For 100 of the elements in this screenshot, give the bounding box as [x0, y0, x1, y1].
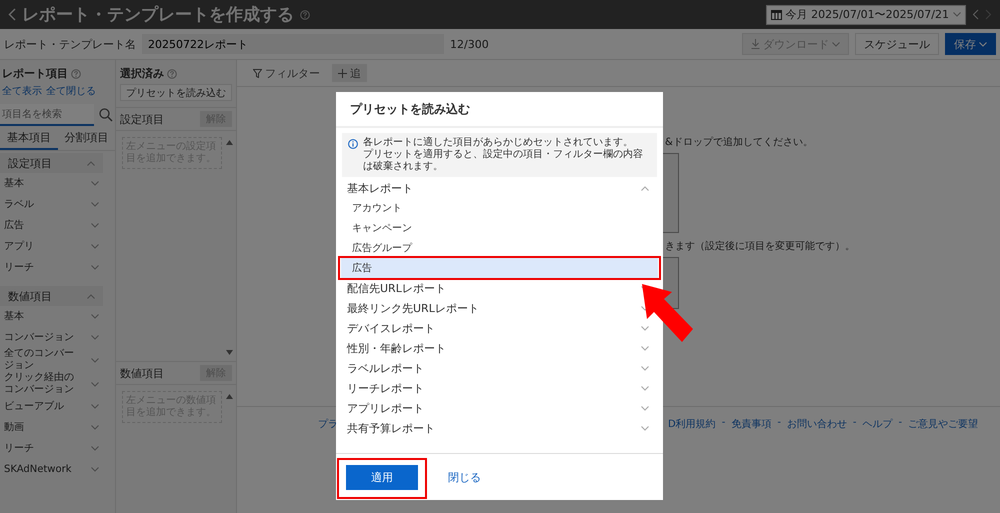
category-label: リーチ: [4, 262, 34, 274]
preset-group[interactable]: 最終リンク先URLレポート: [336, 298, 663, 318]
category-item[interactable]: 全てのコンバージョン: [0, 348, 115, 372]
category-label: SKAdNetwork: [4, 464, 72, 476]
chevron-down-icon: [91, 382, 99, 386]
close-link[interactable]: 閉じる: [448, 470, 481, 484]
category-label: ラベル: [4, 198, 34, 210]
preset-group[interactable]: デバイスレポート: [336, 318, 663, 338]
previous-icon[interactable]: [972, 9, 979, 20]
category-item[interactable]: 基本: [0, 173, 115, 194]
footer-link[interactable]: 免責事項: [731, 417, 772, 431]
plus-icon: [338, 68, 347, 78]
category-label: リーチ: [4, 442, 34, 454]
download-icon: [751, 39, 760, 49]
chevron-down-icon: [91, 358, 99, 362]
back-icon[interactable]: [8, 8, 16, 21]
separator-text: -: [777, 417, 781, 430]
category-item[interactable]: ビューアブル: [0, 396, 115, 417]
footer-link[interactable]: ヘルプ: [862, 417, 893, 431]
preset-option[interactable]: アカウント: [341, 198, 658, 218]
help-icon[interactable]: [167, 68, 177, 78]
chevron-down-icon: [91, 202, 99, 207]
apply-button[interactable]: 適用: [346, 464, 418, 490]
category-tab[interactable]: 分割項目: [58, 126, 115, 150]
category-item[interactable]: 広告: [0, 215, 115, 236]
chevron-down-icon: [979, 42, 987, 46]
page-title: レポート・テンプレートを作成する: [22, 4, 294, 26]
scroll-up-icon[interactable]: [226, 394, 233, 399]
template-name-field[interactable]: 20250722レポート: [142, 34, 444, 54]
category-item[interactable]: リーチ: [0, 257, 115, 278]
schedule-button[interactable]: スケジュール: [855, 33, 939, 55]
category-label: 広告: [4, 220, 24, 232]
collapse-all-link[interactable]: 全て閉じる: [46, 84, 96, 98]
category-item[interactable]: クリック経由のコンバージョン: [0, 372, 115, 396]
instruction-text: きます（設定後に項目を変更可能です）。: [665, 240, 855, 253]
category-label: 全てのコンバージョン: [4, 348, 75, 372]
chevron-down-icon: [91, 446, 99, 451]
chevron-down-icon: [641, 426, 649, 430]
info-text: 各レポートに適した項目があらかじめセットされています。: [363, 137, 634, 148]
preset-group-label: 共有予算レポート: [347, 420, 435, 436]
footer-link[interactable]: D利用規約: [668, 417, 716, 431]
load-preset-button[interactable]: プリセットを読み込む: [120, 84, 232, 101]
preset-group[interactable]: リーチレポート: [336, 378, 663, 398]
calendar-icon: [770, 10, 782, 20]
chevron-down-icon: [91, 181, 99, 186]
report-items-heading: レポート項目: [2, 66, 68, 81]
search-field[interactable]: 項目名を検索: [0, 104, 94, 126]
preset-group[interactable]: 配信先URLレポート: [336, 278, 663, 298]
category-label: 基本: [4, 178, 24, 190]
category-item[interactable]: 基本: [0, 306, 115, 327]
category-item[interactable]: アプリ: [0, 236, 115, 257]
category-label: コンバージョン: [4, 332, 74, 344]
chevron-down-icon: [641, 326, 649, 330]
preset-option[interactable]: キャンペーン: [341, 218, 658, 238]
help-icon[interactable]: [71, 68, 81, 78]
chevron-down-icon: [91, 265, 99, 270]
preset-group[interactable]: 基本レポート: [336, 178, 663, 198]
filter-button[interactable]: フィルター: [247, 64, 326, 82]
footer-link[interactable]: お問い合わせ: [786, 417, 847, 431]
selected-heading: 選択済み: [120, 66, 164, 81]
scroll-up-icon[interactable]: [226, 140, 233, 145]
category-item[interactable]: リーチ: [0, 438, 115, 459]
footer-link[interactable]: プラ: [318, 417, 338, 431]
info-text: プリセットを適用すると、設定中の項目・フィルター欄の内容は破棄されます。: [363, 149, 644, 173]
preset-group[interactable]: 性別・年齢レポート: [336, 338, 663, 358]
category-item[interactable]: ラベル: [0, 194, 115, 215]
footer-link[interactable]: ご意見やご要望: [908, 417, 978, 431]
separator-text: -: [898, 417, 902, 430]
preset-option[interactable]: 広告グループ: [341, 238, 658, 258]
date-range-dropdown[interactable]: 今月 2025/07/01〜2025/07/21: [766, 4, 966, 24]
category-item[interactable]: 動画: [0, 417, 115, 438]
group-title: 設定項目: [120, 112, 164, 126]
chevron-down-icon: [91, 244, 99, 249]
help-icon[interactable]: [300, 10, 310, 20]
category-item[interactable]: SKAdNetwork: [0, 459, 115, 480]
preset-group[interactable]: ラベルレポート: [336, 358, 663, 378]
preset-group-label: 最終リンク先URLレポート: [347, 300, 479, 316]
chevron-down-icon: [91, 467, 99, 472]
chevron-down-icon: [641, 366, 649, 370]
category-tab[interactable]: 基本項目: [0, 126, 58, 150]
separator-text: -: [852, 417, 857, 430]
section-header[interactable]: 設定項目: [0, 153, 103, 173]
category-item[interactable]: コンバージョン: [0, 327, 115, 348]
preset-group[interactable]: 共有予算レポート: [336, 418, 663, 438]
search-icon[interactable]: [99, 108, 113, 122]
chevron-down-icon: [953, 12, 961, 17]
category-label: 動画: [4, 422, 24, 434]
chevron-down-icon: [91, 335, 99, 340]
chevron-down-icon: [91, 223, 99, 228]
arrow-drawing: [640, 282, 694, 344]
chevron-down-icon: [641, 346, 649, 350]
add-button[interactable]: 追: [332, 64, 367, 82]
info-icon: [348, 139, 358, 149]
preset-group-label: 配信先URLレポート: [347, 280, 446, 296]
scroll-down-icon[interactable]: [226, 350, 233, 355]
save-button[interactable]: 保存: [945, 33, 996, 55]
show-all-link[interactable]: 全て表示: [2, 84, 42, 98]
preset-group[interactable]: アプリレポート: [336, 398, 663, 418]
section-header[interactable]: 数値項目: [0, 286, 103, 306]
category-label: ビューアブル: [4, 400, 64, 412]
